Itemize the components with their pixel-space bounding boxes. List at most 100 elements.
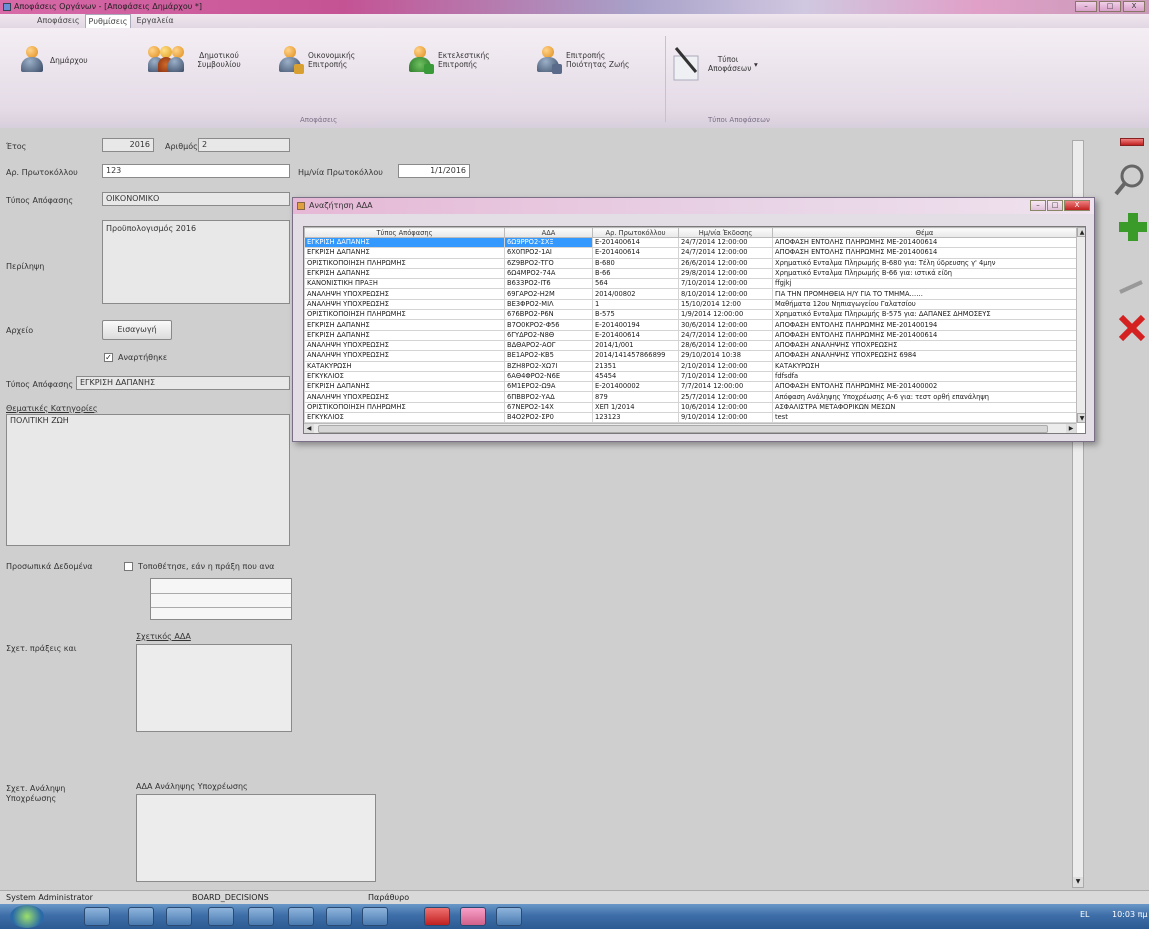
cell-type[interactable]: ΟΡΙΣΤΙΚΟΠΟΙΗΣΗ ΠΛΗΡΩΜΗΣ [304,257,505,269]
cell-ada[interactable]: 69ΓΑΡΟ2-Η2Μ [504,288,593,300]
cell-ada[interactable]: Β9ΟΝΡΟ2-Θ5Ε [504,432,593,433]
column-header-subject[interactable]: Θέμα [772,227,1077,238]
ribbon-button-council[interactable]: Δημοτικού Συμβουλίου [148,46,248,74]
cell-type[interactable]: ΚΑΝΟΝΙΣΤΙΚΗ ΠΡΑΞΗ [304,278,505,290]
cell-type[interactable]: ΕΓΚΥΚΛΙΟΣ [304,370,505,383]
related-ada-list[interactable] [136,644,292,732]
personal-data-grid[interactable] [150,578,292,620]
scroll-right-icon[interactable]: ▶ [1066,424,1076,433]
cell-subject[interactable]: ΑΠΟΦΑΣΗ ΕΝΤΟΛΗΣ ΠΛΗΡΩΜΗΣ ΜΕ-201400614 [772,329,1077,341]
cell-type[interactable]: ΑΝΑΛΗΨΗ ΥΠΟΧΡΕΩΣΗΣ [304,288,505,300]
cell-subject[interactable]: ΑΠΟΦΑΣΗ ΕΝΤΟΛΗΣ ΠΛΗΡΩΜΗΣ ΜΕ-201400614 [772,236,1077,249]
cell-issue-date[interactable]: 29/8/2014 12:00:00 [678,267,773,280]
cell-ada[interactable]: 6ΠΒΒΡΟ2-ΥΑΔ [504,391,593,403]
cell-type[interactable]: ΑΝΑΛΗΨΗ ΥΠΟΧΡΕΩΣΗΣ [304,339,505,352]
ada-grid[interactable]: Τύπος Απόφασης ΑΔΑ Αρ. Πρωτοκόλλου Ημ/νί… [303,226,1086,434]
cell-protocol[interactable]: Ε-201400614 [592,329,679,341]
cell-subject[interactable]: Χρηματικό Ενταλμα Πληρωμής Β-575 για: ΔΑ… [772,309,1077,321]
cell-subject[interactable]: ffgjkj [772,278,1077,290]
cell-ada[interactable]: 6Ω9ΡΡΟ2-ΣΧΞ [504,236,593,249]
cell-subject[interactable]: ΑΠΟΦΑΣΗ ΕΝΤΟΛΗΣ ΠΛΗΡΩΜΗΣ ΜΕ-201400614 [772,247,1077,259]
cell-protocol[interactable]: Ε-201400614 [592,432,679,433]
cell-protocol[interactable]: Β-680 [592,257,679,269]
cell-protocol[interactable]: ΧΕΠ 1/2014 [592,401,679,414]
cell-issue-date[interactable]: 30/6/2014 12:00:00 [678,319,773,331]
cell-issue-date[interactable]: 29/10/2014 10:38 [678,350,773,362]
cell-issue-date[interactable]: 15/10/2014 12:00 [678,298,773,311]
grid-horizontal-scrollbar[interactable]: ◀ ▶ [304,423,1076,433]
table-row[interactable]: ΕΓΚΥΚΛΙΟΣ 6ΑΘ4ΦΡΟ2-Ν6Ε 45454 7/10/2014 12:0… [304,370,1077,383]
delete-icon[interactable] [1118,314,1146,342]
cell-ada[interactable]: 6Ω4ΜΡΟ2-74Α [504,267,593,280]
summary-textarea[interactable]: Προϋπολογισμός 2016 [102,220,290,304]
dialog-close-button[interactable]: X [1064,200,1090,211]
cell-protocol[interactable]: 2014/00802 [592,288,679,300]
table-row[interactable]: ΕΓΚΡΙΣΗ ΔΑΠΑΝΗΣ 6Χ0ΠΡΟ2-1ΑΙ Ε-201400614 24/… [304,247,1077,259]
cell-type[interactable]: ΕΓΚΥΚΛΙΟΣ [304,412,505,424]
year-field[interactable]: 2016 [102,138,154,152]
table-row[interactable]: ΟΡΙΣΤΙΚΟΠΟΙΗΣΗ ΠΛΗΡΩΜΗΣ 67ΝΕΡΟ2-14Χ ΧΕΠ 1/… [304,401,1077,414]
dialog-maximize-button[interactable]: □ [1047,200,1063,211]
taskbar-explorer-icon[interactable] [84,907,110,926]
taskbar-app-icon[interactable] [424,907,450,926]
cell-type[interactable]: ΟΡΙΣΤΙΚΟΠΟΙΗΣΗ ΠΛΗΡΩΜΗΣ [304,401,505,414]
cell-issue-date[interactable]: 24/7/2014 12:00:00 [678,329,773,341]
table-row[interactable]: ΕΓΚΡΙΣΗ ΔΑΠΑΝΗΣΒ9ΟΝΡΟ2-Θ5ΕΕ-20140061424/… [304,432,1077,433]
cell-issue-date[interactable]: 24/7/2014 12:00:00 [678,236,773,249]
cell-subject[interactable]: test [772,412,1077,424]
scroll-thumb[interactable] [318,425,1048,433]
protocol-field[interactable]: 123 [102,164,290,178]
cell-issue-date[interactable]: 8/10/2014 12:00:00 [678,288,773,300]
cell-protocol[interactable]: 21351 [592,360,679,372]
ribbon-button-mayor[interactable]: Δημάρχου [20,46,88,74]
cell-ada[interactable]: Β7Ο0ΚΡΟ2-Φ56 [504,319,593,331]
cell-issue-date[interactable]: 7/10/2014 12:00:00 [678,370,773,383]
cell-type[interactable]: ΕΓΚΡΙΣΗ ΔΑΠΑΝΗΣ [304,432,505,433]
table-row[interactable]: ΑΝΑΛΗΨΗ ΥΠΟΧΡΕΩΣΗΣ 6ΠΒΒΡΟ2-ΥΑΔ 879 25/7/201… [304,391,1077,403]
cell-ada[interactable]: 67ΝΕΡΟ2-14Χ [504,401,593,414]
cell-subject[interactable]: ΑΠΟΦΑΣΗ ΕΝΤΟΛΗΣ ΠΛΗΡΩΜΗΣ ΜΕ-201400194 [772,319,1077,331]
cell-subject[interactable]: ΑΠΟΦΑΣΗ ΕΝΤΟΛΗΣ ΠΛΗΡΩΜΗΣ ΜΕ-201400002 [772,381,1077,393]
table-row[interactable]: ΚΑΤΑΚΥΡΩΣΗ ΒΖΗ8ΡΟ2-ΧΩ7Ι 21351 2/10/2014 12:… [304,360,1077,372]
cell-ada[interactable]: Β4Ο2ΡΟ2-ΣΡ0 [504,412,593,424]
protocol-date-field[interactable]: 1/1/2016 [398,164,470,178]
cell-subject[interactable]: ΑΠΟΦΑΣΗ ΑΝΑΛΗΨΗΣ ΥΠΟΧΡΕΩΣΗΣ 6984 [772,350,1077,362]
thematic-list[interactable]: ΠΟΛΙΤΙΚΗ ΖΩΗ [6,414,290,546]
taskbar-app-icon[interactable] [166,907,192,926]
tab-decisions[interactable]: Αποφάσεις [34,14,83,28]
minimize-button[interactable]: – [1075,1,1097,12]
cell-ada[interactable]: ΒΖΗ8ΡΟ2-ΧΩ7Ι [504,360,593,372]
cell-type[interactable]: ΕΓΚΡΙΣΗ ΔΑΠΑΝΗΣ [304,236,505,249]
table-row[interactable]: ΕΓΚΥΚΛΙΟΣ Β4Ο2ΡΟ2-ΣΡ0 123123 9/10/2014 12:0… [304,412,1077,424]
taskbar-app-icon[interactable] [248,907,274,926]
scroll-down-icon[interactable]: ▼ [1073,877,1083,887]
cell-subject[interactable]: Χρηματικό Ενταλμα Πληρωμής Β-66 για: ιστ… [772,267,1077,280]
taskbar-app-icon[interactable] [326,907,352,926]
cell-protocol[interactable]: Ε-201400194 [592,319,679,331]
cell-type[interactable]: ΕΓΚΡΙΣΗ ΔΑΠΑΝΗΣ [304,329,505,341]
cell-issue-date[interactable]: 26/6/2014 12:00:00 [678,257,773,269]
number-field[interactable]: 2 [198,138,290,152]
cell-subject[interactable]: ΓΙΑ ΤΗΝ ΠΡΟΜΗΘΕΙΑ Η/Υ ΓΙΑ ΤΟ ΤΜΗΜΑ…… [772,288,1077,300]
grid-vertical-scrollbar[interactable]: ▲ ▼ [1076,227,1085,423]
taskbar-app-icon[interactable] [128,907,154,926]
ribbon-button-quality-committee[interactable]: Επιτροπής Ποιότητας Ζωής [536,46,630,74]
cell-ada[interactable]: 6Χ0ΠΡΟ2-1ΑΙ [504,247,593,259]
cell-type[interactable]: ΚΑΤΑΚΥΡΩΣΗ [304,360,505,372]
table-row[interactable]: ΑΝΑΛΗΨΗ ΥΠΟΧΡΕΩΣΗΣ 69ΓΑΡΟ2-Η2Μ 2014/00802 8… [304,288,1077,300]
cell-subject[interactable]: Απόφαση Ανάληψης Υποχρέωσης Α-6 για: τεσ… [772,391,1077,403]
cell-subject[interactable]: fdfsdfa [772,370,1077,383]
cell-issue-date[interactable]: 9/10/2014 12:00:00 [678,412,773,424]
cell-protocol[interactable]: Ε-201400614 [592,236,679,249]
cell-issue-date[interactable]: 1/9/2014 12:00:00 [678,309,773,321]
taskbar-app-icon[interactable] [208,907,234,926]
cell-subject[interactable]: ΑΠΟΦΑΣΗ ΑΝΑΛΗΨΗΣ ΥΠΟΧΡΕΩΣΗΣ [772,339,1077,352]
cell-type[interactable]: ΟΡΙΣΤΙΚΟΠΟΙΗΣΗ ΠΛΗΡΩΜΗΣ [304,309,505,321]
cell-protocol[interactable]: 123123 [592,412,679,424]
cell-ada[interactable]: 6ΑΘ4ΦΡΟ2-Ν6Ε [504,370,593,383]
table-row[interactable]: ΑΝΑΛΗΨΗ ΥΠΟΧΡΕΩΣΗΣ ΒΕ1ΑΡΟ2-ΚΒ5 2014/141457… [304,350,1077,362]
cell-issue-date[interactable]: 24/7/2014 12:00:00 [678,432,773,433]
tab-tools[interactable]: Εργαλεία [133,14,176,28]
cell-issue-date[interactable]: 24/7/2014 12:00:00 [678,247,773,259]
column-header-ada[interactable]: ΑΔΑ [504,227,593,238]
